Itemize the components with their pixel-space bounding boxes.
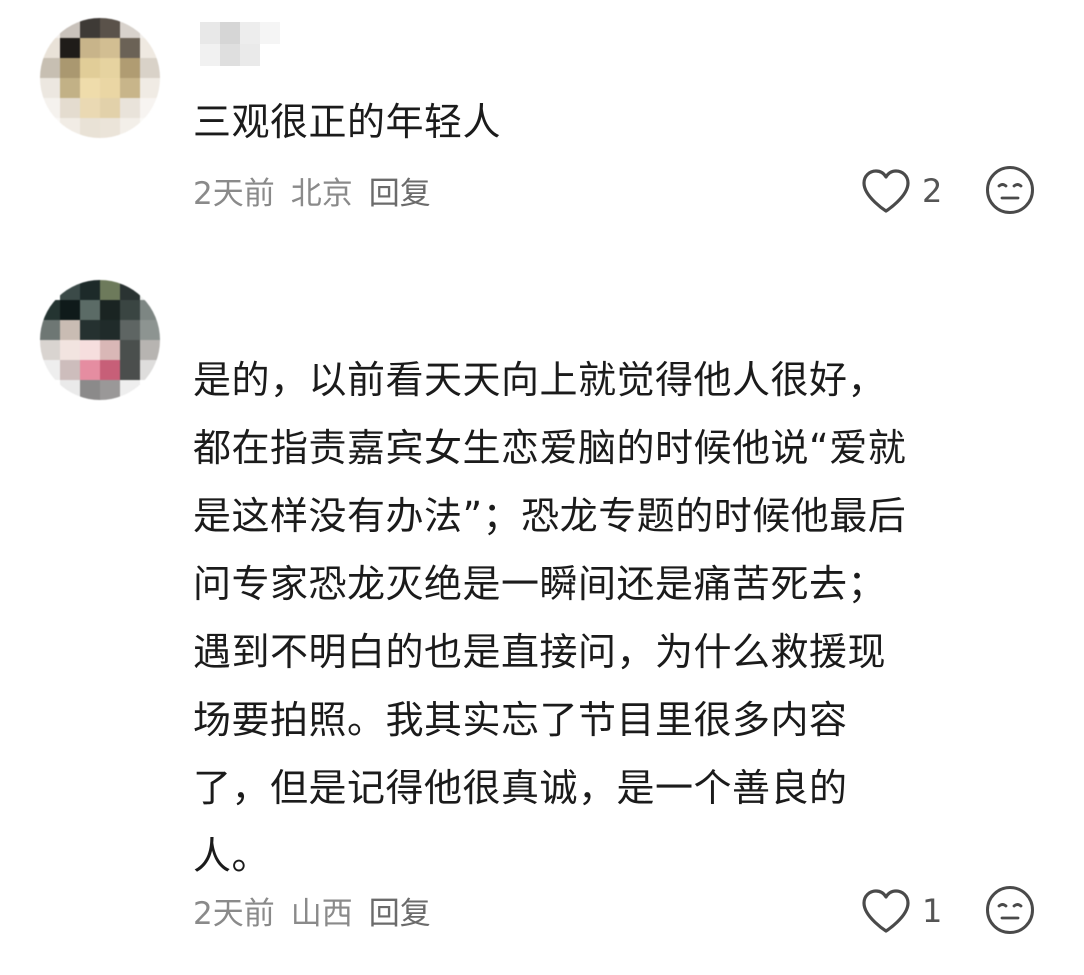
comment-time: 2天前: [193, 175, 275, 212]
like-count: 2: [922, 172, 943, 210]
heart-outline-icon: [862, 169, 910, 213]
like-count: 1: [922, 892, 943, 930]
reply-button[interactable]: 回复: [369, 168, 431, 213]
avatar[interactable]: [40, 18, 160, 138]
username-blurred[interactable]: [180, 22, 280, 66]
like-button[interactable]: 2: [860, 164, 942, 218]
comment-time: 2天前: [193, 895, 275, 932]
comment-location: 北京: [290, 175, 353, 212]
like-button[interactable]: 1: [860, 884, 942, 938]
comment-meta: 2天前 山西 回复: [193, 888, 431, 932]
comment-location: 山西: [290, 895, 353, 932]
meh-face-icon[interactable]: [984, 164, 1036, 216]
avatar[interactable]: [40, 280, 160, 400]
reply-button[interactable]: 回复: [369, 888, 431, 933]
comment-text: 是的，以前看天天向上就觉得他人很好， 都在指责嘉宾女生恋爱脑的时候他说“爱就 是…: [193, 358, 907, 878]
comment-text: 三观很正的年轻人: [193, 100, 502, 144]
heart-outline-icon: [862, 889, 910, 933]
meh-face-icon[interactable]: [984, 884, 1036, 936]
comment-meta: 2天前 北京 回复: [193, 168, 431, 212]
